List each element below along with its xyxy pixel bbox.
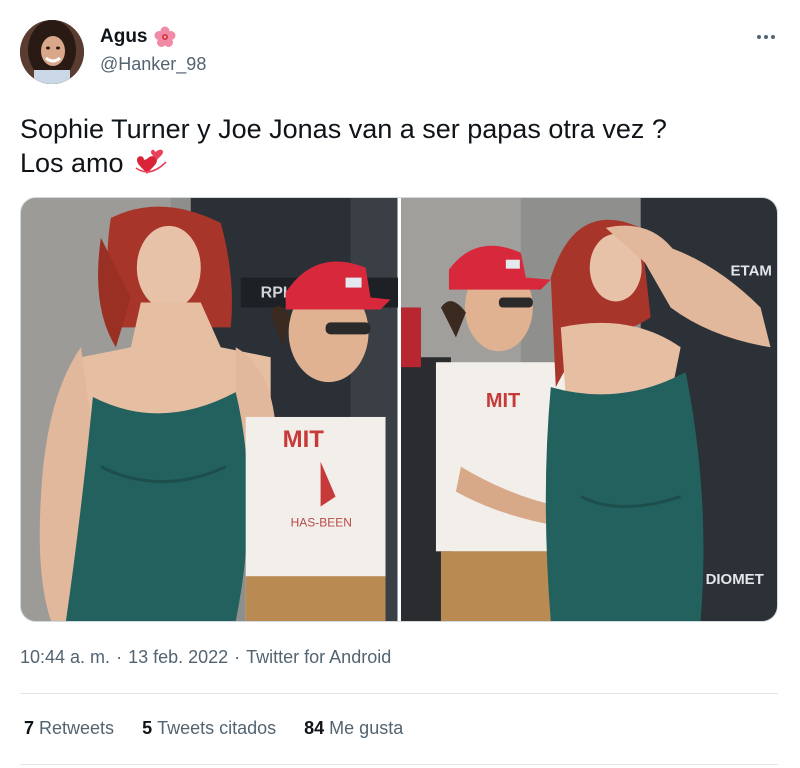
retweets-count: 7 <box>24 718 35 738</box>
author-display-name[interactable]: Agus <box>100 26 148 48</box>
tweet-stats: 7 Retweets 5 Tweets citados 84 Me gusta <box>24 718 403 739</box>
tweet-card: Agus @Hanker_98 Sophie Turner y Joe Jona… <box>0 0 800 768</box>
photo-2-sign-bottom: DIOMET <box>705 571 763 588</box>
tweet-meta: 10:44 a. m. · 13 feb. 2022 · Twitter for… <box>20 647 391 668</box>
avatar[interactable] <box>20 20 84 84</box>
photo-2-image: ETAM DIOMET MIT <box>400 198 777 621</box>
photo-1-image: RPHC MIT HAS-BEEN <box>21 198 398 621</box>
tweet-text-line-2: Los amo <box>20 146 780 180</box>
quotes-stat[interactable]: 5 Tweets citados <box>142 718 276 739</box>
photo-2-sign-top: ETAM <box>730 263 771 280</box>
tweet-source[interactable]: Twitter for Android <box>246 647 391 668</box>
photo-1-shirt-text: MIT <box>283 426 325 453</box>
tweet-text-line-2-text: Los amo <box>20 148 124 178</box>
meta-separator: · <box>116 647 123 667</box>
tweet-media: RPHC MIT HAS-BEEN ETAM DIOMET MIT <box>20 197 778 622</box>
revolving-hearts-icon <box>132 148 170 178</box>
author-name-row: Agus <box>100 26 176 48</box>
photo-2-shirt-text: MIT <box>485 390 519 412</box>
tweet-time[interactable]: 10:44 a. m. <box>20 647 110 668</box>
photo-1-shirt-subtext: HAS-BEEN <box>291 515 352 529</box>
hibiscus-icon <box>154 26 176 48</box>
more-options-icon[interactable] <box>754 30 778 44</box>
quotes-label: Tweets citados <box>157 718 277 738</box>
divider <box>20 764 778 765</box>
likes-label: Me gusta <box>329 718 404 738</box>
avatar-image <box>20 20 84 84</box>
likes-count: 84 <box>304 718 325 738</box>
divider <box>20 693 778 694</box>
meta-separator: · <box>234 647 241 667</box>
likes-stat[interactable]: 84 Me gusta <box>304 718 403 739</box>
retweets-stat[interactable]: 7 Retweets <box>24 718 114 739</box>
author-handle[interactable]: @Hanker_98 <box>100 54 206 75</box>
photo-1[interactable]: RPHC MIT HAS-BEEN <box>21 198 398 621</box>
tweet-text-line-1: Sophie Turner y Joe Jonas van a ser papa… <box>20 114 667 144</box>
tweet-text: Sophie Turner y Joe Jonas van a ser papa… <box>20 112 780 180</box>
photo-2[interactable]: ETAM DIOMET MIT <box>400 198 777 621</box>
quotes-count: 5 <box>142 718 153 738</box>
tweet-date[interactable]: 13 feb. 2022 <box>128 647 228 668</box>
retweets-label: Retweets <box>39 718 115 738</box>
